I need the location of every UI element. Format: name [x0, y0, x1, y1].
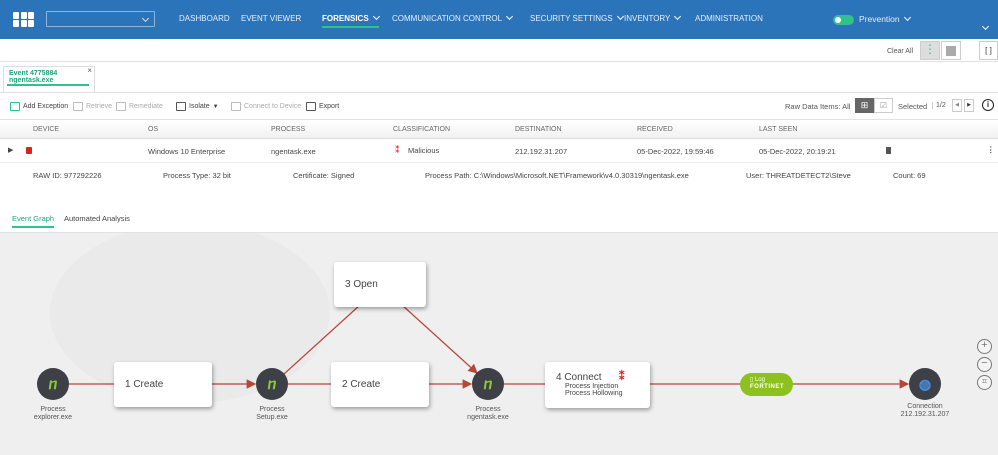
row-last-seen: 05-Dec-2022, 20:19:21	[759, 147, 836, 156]
export-icon	[306, 102, 316, 111]
isolate-button[interactable]: Isolate ▼	[176, 102, 219, 111]
mode-select[interactable]: Prevention	[859, 13, 911, 24]
col-classification[interactable]: CLASSIFICATION	[393, 126, 450, 133]
page-indicator: 1/2	[932, 102, 946, 109]
connect-to-device-button[interactable]: Connect to Device	[231, 102, 301, 111]
expand-row-icon[interactable]: ▶	[8, 146, 13, 154]
selected-label: Selected	[898, 102, 928, 111]
info-icon[interactable]: i	[982, 99, 994, 111]
list-view-icon[interactable]	[941, 41, 961, 60]
nav-administration[interactable]: ADMINISTRATION	[695, 14, 763, 23]
fortinet-log-badge[interactable]: ▯ Log FORTINET	[740, 373, 793, 396]
detail-process-type: Process Type: 32 bit	[163, 171, 231, 180]
event-tab-title: Event 4775884	[9, 70, 58, 77]
tab-event-graph[interactable]: Event Graph	[12, 214, 55, 228]
row-destination: 212.192.31.207	[515, 147, 568, 156]
expand-icon[interactable]: [ ]	[979, 41, 998, 60]
event-tab-process: ngentask.exe	[7, 77, 89, 86]
detail-process-path: Process Path: C:\Windows\Microsoft.NET\F…	[425, 171, 689, 180]
fortinet-logo	[13, 12, 34, 27]
prevention-toggle[interactable]	[833, 15, 854, 25]
user-menu-chevron-icon[interactable]	[981, 22, 990, 31]
remediate-icon	[116, 102, 126, 111]
col-os[interactable]: OS	[148, 126, 158, 133]
nav-event-viewer[interactable]: EVENT VIEWER	[241, 14, 301, 23]
detail-raw-id: RAW ID: 977292226	[33, 171, 102, 180]
row-received: 05-Dec-2022, 19:59:46	[637, 147, 714, 156]
row-menu-icon[interactable]: ⋮	[987, 145, 995, 154]
col-last-seen[interactable]: LAST SEEN	[759, 126, 797, 133]
notes-icon[interactable]	[886, 147, 891, 154]
retrieve-button[interactable]: Retrieve	[73, 102, 112, 111]
clear-all-button[interactable]: Clear All	[887, 48, 913, 55]
zoom-in-icon[interactable]: +	[977, 339, 992, 354]
next-page-button[interactable]: ▶	[964, 99, 974, 112]
malicious-icon: ⁑	[395, 145, 400, 155]
nav-forensics[interactable]: FORENSICS	[322, 12, 380, 28]
remediate-button[interactable]: Remediate	[116, 102, 163, 111]
connection-globe-icon[interactable]: ◍	[909, 368, 941, 400]
event-tab[interactable]: Event 4775884 ngentask.exe ×	[3, 66, 95, 92]
malicious-bug-icon: ⁑	[619, 371, 625, 383]
table-header: DEVICE OS PROCESS CLASSIFICATION DESTINA…	[0, 121, 998, 139]
isolate-icon	[176, 102, 186, 111]
row-os: Windows 10 Enterprise	[148, 147, 226, 156]
nav-communication-control[interactable]: COMMUNICATION CONTROL	[392, 12, 514, 23]
detail-count: Count: 69	[893, 171, 926, 180]
retrieve-icon	[73, 102, 83, 111]
process-node-icon[interactable]: ⴖ	[256, 368, 288, 400]
prev-page-button[interactable]: ◀	[952, 99, 962, 112]
connect-icon	[231, 102, 241, 111]
col-process[interactable]: PROCESS	[271, 126, 305, 133]
row-process: ngentask.exe	[271, 147, 316, 156]
tab-automated-analysis[interactable]: Automated Analysis	[64, 214, 130, 223]
top-nav: DASHBOARD EVENT VIEWER FORENSICS COMMUNI…	[0, 0, 998, 39]
close-tab-icon[interactable]: ×	[87, 66, 92, 75]
node-label: Process Setup.exe	[256, 406, 288, 421]
nav-dashboard[interactable]: DASHBOARD	[179, 14, 230, 23]
graph-view-icon[interactable]: ⋮	[920, 41, 940, 60]
export-button[interactable]: Export	[306, 102, 339, 111]
fit-to-screen-icon[interactable]: ⌗	[977, 375, 992, 390]
col-received[interactable]: RECEIVED	[637, 126, 673, 133]
add-exception-button[interactable]: Add Exception	[10, 102, 68, 111]
node-label: Connection 212.192.31.207	[900, 403, 950, 418]
event-graph: ⴖ Process explorer.exe ⴖ Process Setup.exe…	[0, 233, 998, 455]
device-status-icon	[26, 147, 32, 154]
action-connect-4[interactable]: 4 Connect Process Injection Process Holl…	[545, 362, 650, 408]
process-node-icon[interactable]: ⴖ	[37, 368, 69, 400]
col-destination[interactable]: DESTINATION	[515, 126, 562, 133]
process-node-icon[interactable]: ⴖ	[472, 368, 504, 400]
col-device[interactable]: DEVICE	[33, 126, 59, 133]
raw-data-items-filter[interactable]: Raw Data Items: All	[785, 102, 850, 111]
organization-select[interactable]	[46, 11, 155, 27]
add-exception-icon	[10, 102, 20, 111]
action-create-1[interactable]: 1 Create	[114, 362, 212, 407]
node-label: Process ngentask.exe	[467, 406, 509, 421]
row-classification: Malicious	[408, 146, 440, 155]
action-create-2[interactable]: 2 Create	[331, 362, 429, 407]
selected-view-button[interactable]: ☑	[874, 98, 893, 113]
nav-inventory[interactable]: INVENTORY	[624, 12, 682, 23]
action-open-3[interactable]: 3 Open	[334, 262, 426, 307]
detail-certificate: Certificate: Signed	[293, 171, 355, 180]
nav-security-settings[interactable]: SECURITY SETTINGS	[530, 12, 624, 23]
zoom-out-icon[interactable]: −	[977, 357, 992, 372]
grid-view-button[interactable]: ⊞	[855, 98, 874, 113]
detail-user: User: THREATDETECT2\Steve	[746, 171, 851, 180]
node-label: Process explorer.exe	[33, 406, 73, 421]
